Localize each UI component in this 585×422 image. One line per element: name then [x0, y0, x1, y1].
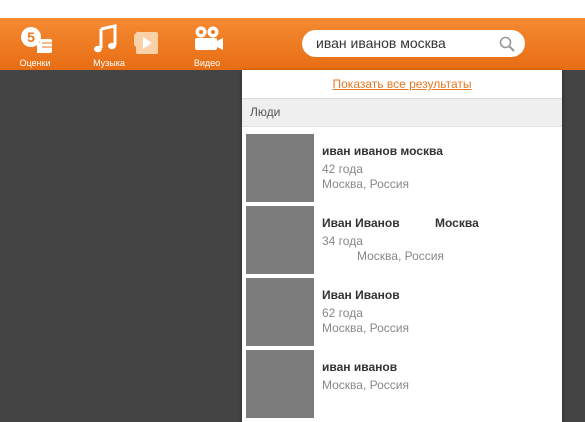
result-name[interactable]: иван иванов — [322, 360, 397, 374]
result-location: Москва, Россия — [322, 378, 409, 392]
result-age: 34 года — [322, 234, 363, 248]
section-header-people: Люди — [242, 98, 562, 127]
nav-label-grades: Оценки — [19, 58, 51, 68]
nav-label-music: Музыка — [93, 58, 125, 68]
thumbs-up-five-icon: 5 — [21, 27, 52, 53]
svg-text:5: 5 — [27, 29, 35, 45]
result-item[interactable]: Иван Иванов Москва 34 года Москва, Росси… — [242, 206, 562, 276]
result-location: Москва, Россия — [357, 249, 444, 263]
result-item[interactable]: иван иванов москва 42 года Москва, Росси… — [242, 134, 562, 204]
result-name-extra[interactable]: Москва — [435, 216, 479, 230]
search-box — [302, 30, 525, 57]
result-item[interactable]: Иван Иванов 62 года Москва, Россия — [242, 278, 562, 348]
avatar[interactable] — [246, 134, 314, 202]
show-all-results-link[interactable]: Показать все результаты — [242, 70, 562, 98]
avatar[interactable] — [246, 350, 314, 418]
search-results-dropdown: Показать все результаты Люди иван иванов… — [242, 70, 562, 422]
result-location: Москва, Россия — [322, 321, 409, 335]
video-camera-icon — [195, 26, 223, 50]
avatar[interactable] — [246, 206, 314, 274]
search-icon[interactable] — [499, 36, 515, 52]
search-input[interactable] — [316, 34, 486, 52]
result-age: 42 года — [322, 162, 363, 176]
result-age: 62 года — [322, 306, 363, 320]
music-note-icon — [94, 24, 117, 53]
result-name[interactable]: иван иванов москва — [322, 144, 443, 158]
nav-label-video: Видео — [193, 58, 221, 68]
top-white-strip — [0, 0, 585, 18]
avatar[interactable] — [246, 278, 314, 346]
result-name[interactable]: Иван Иванов — [322, 216, 400, 230]
result-item[interactable]: иван иванов Москва, Россия — [242, 350, 562, 420]
result-location: Москва, Россия — [322, 177, 409, 191]
play-icon — [134, 31, 158, 54]
result-name[interactable]: Иван Иванов — [322, 288, 400, 302]
